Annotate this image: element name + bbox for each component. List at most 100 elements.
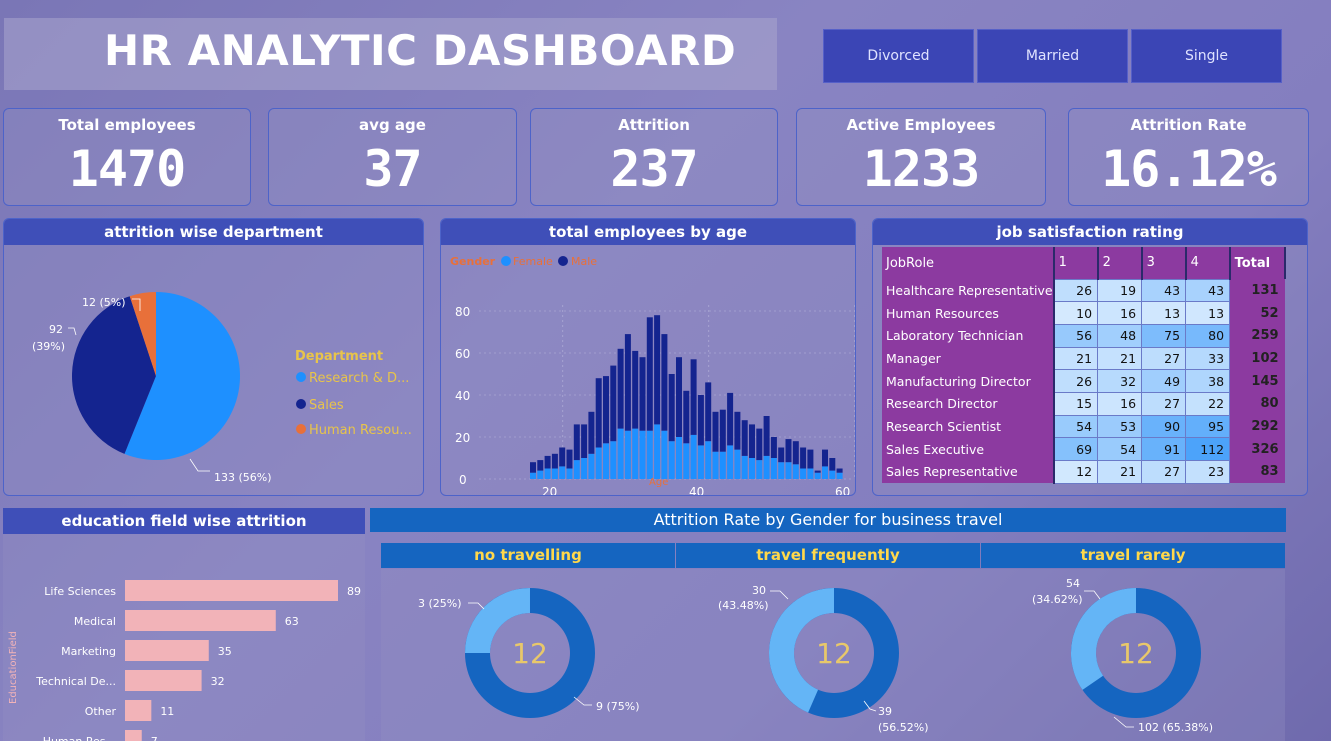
bar-value-label: 35 [218,645,232,658]
bar-female [559,466,566,479]
panel-title: attrition wise department [4,219,423,245]
age-bar-chart[interactable]: Gender Female Male 80 60 40 20 0 20 40 6… [441,245,856,496]
bar-category-label: Human Res... [43,735,116,741]
bar-value-label: 7 [151,735,158,741]
dept-pie-chart[interactable]: 12 (5%) 92 (39%) 133 (56%) Department Re… [4,245,424,496]
x-tick: 20 [542,485,557,496]
column-header[interactable]: 2 [1097,247,1143,279]
bar-male [719,409,726,452]
legend-title: Gender [450,255,496,268]
kpi-attrition-rate: Attrition Rate 16.12% [1068,108,1309,206]
legend-sales-dot [296,399,306,409]
slicer-single[interactable]: Single [1131,29,1282,83]
table-cell-value: 43 [1185,278,1231,303]
bar-male [544,455,551,469]
bar-female [661,430,668,479]
table-cell-value: 13 [1185,301,1231,325]
table-cell-value: 21 [1053,346,1099,371]
table-cell-value: 48 [1097,323,1143,348]
table-cell-value: 27 [1141,460,1187,484]
bar-male [668,374,675,442]
kpi-avg-age: avg age 37 [268,108,517,206]
legend-female-label[interactable]: Female [513,255,553,268]
edu-bar [125,580,338,601]
table-cell-total: 102 [1229,347,1285,370]
bar-male [581,424,588,458]
kpi-label: Active Employees [846,116,996,134]
bar-male [639,357,646,431]
column-header[interactable]: 4 [1185,247,1231,279]
bar-male [770,437,777,458]
x-axis-label: Age [649,477,669,488]
bar-female [537,470,544,479]
leader-line [189,458,210,472]
bar-category-label: Medical [74,615,116,628]
table-row[interactable]: Research Director 15 16 27 22 80 [882,391,1285,416]
table-row[interactable]: Manufacturing Director 26 32 49 38 145 [882,369,1285,393]
bar-female [705,441,712,479]
column-header[interactable]: 1 [1053,247,1099,279]
donut-label: 102 (65.38%) [1138,721,1213,734]
legend-hr-label[interactable]: Human Resou... [309,423,412,438]
table-cell-value: 80 [1185,323,1231,348]
column-header[interactable]: 3 [1141,247,1187,279]
column-header[interactable]: JobRole [882,247,1055,279]
bar-male [654,315,661,425]
bar-male [632,350,639,429]
donut-label: 30 [752,584,766,597]
panel-title: education field wise attrition [3,508,365,534]
bar-female [749,458,755,479]
bar-male [588,411,595,454]
bar-female [610,441,617,479]
travel-donut-charts[interactable]: 12 12 12 3 (25%) 9 (75%) 30 (43.48%) 39 (5… [370,569,1300,741]
table-row[interactable]: Research Scientist 54 53 90 95 292 [882,414,1285,439]
bar-female [697,445,704,479]
edu-bar [125,610,276,631]
legend-female-dot [501,256,511,266]
slicer-divorced[interactable]: Divorced [823,29,974,83]
bar-female [581,458,588,479]
table-cell-value: 21 [1097,460,1143,484]
bar-female [676,437,682,479]
job-satisfaction-panel: job satisfaction rating JobRole 1 2 3 4 … [872,218,1308,496]
y-tick: 0 [459,473,467,487]
legend-rd-dot [296,372,306,382]
column-header[interactable]: Total [1229,247,1286,279]
leader-line [1113,716,1134,728]
table-row[interactable]: Manager 21 21 27 33 102 [882,346,1285,371]
table-header-row: JobRole 1 2 3 4 Total [882,247,1286,279]
bar-male [530,462,536,473]
slicer-married[interactable]: Married [977,29,1128,83]
table-cell-value: 27 [1141,391,1187,416]
bar-female [807,468,814,479]
bar-value-label: 89 [347,585,361,598]
bar-male [559,447,566,467]
donut-label: (43.48%) [718,599,769,612]
table-cell-value: 49 [1141,369,1187,393]
table-row[interactable]: Human Resources 10 16 13 13 52 [882,301,1285,325]
donut-center-value: 12 [512,637,548,670]
legend-male-label[interactable]: Male [571,255,597,268]
bar-male [573,424,580,461]
education-bar-chart[interactable]: EducationField Life Sciences 89 Medical 63 M… [3,534,365,741]
table-row[interactable]: Sales Representative 12 21 27 23 83 [882,460,1285,484]
leader-line [68,327,77,336]
x-tick: 60 [835,485,850,496]
bar-female [727,445,734,479]
travel-frequently-title: travel frequently [676,543,980,568]
y-tick: 80 [455,305,470,319]
table-row[interactable]: Laboratory Technician 56 48 75 80 259 [882,323,1285,348]
bar-male [741,420,748,456]
dept-attrition-panel: attrition wise department 12 (5%) 92 (39… [3,218,424,496]
legend-rd-label[interactable]: Research & D... [309,371,409,386]
y-tick: 20 [455,431,470,445]
table-row[interactable]: Sales Executive 69 54 91 112 326 [882,437,1285,461]
kpi-label: Attrition [618,116,690,134]
table-row[interactable]: Healthcare Representative 26 19 43 43 131 [882,278,1285,303]
table-cell-value: 90 [1141,414,1187,439]
legend-sales-label[interactable]: Sales [309,398,344,413]
bar-female [734,449,741,479]
donut-label: 39 [878,705,892,718]
bar-female [763,455,770,479]
legend-hr-dot [296,424,306,434]
